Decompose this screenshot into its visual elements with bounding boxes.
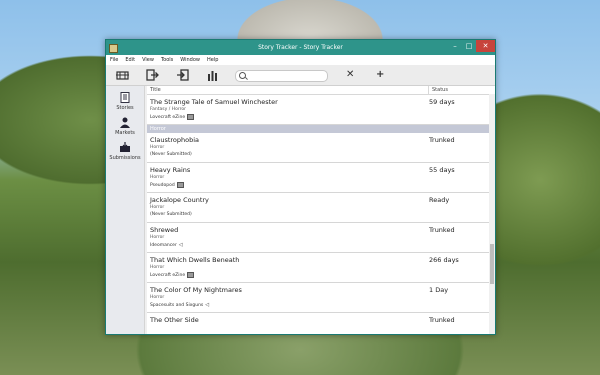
- sidebar-item-label: Markets: [115, 130, 135, 136]
- story-title: That Which Dwells Beneath: [150, 256, 240, 264]
- column-header-status[interactable]: Status: [429, 86, 448, 94]
- markets-icon: [119, 117, 131, 128]
- export-button[interactable]: [144, 68, 160, 82]
- story-market: Lovecraft eZine: [150, 114, 195, 120]
- story-genre: Horror: [150, 205, 165, 210]
- menu-help[interactable]: Help: [207, 55, 218, 65]
- story-title: The Other Side: [150, 316, 199, 324]
- story-title: Claustrophobia: [150, 136, 200, 144]
- menu-view[interactable]: View: [142, 55, 154, 65]
- market-icon: [176, 182, 184, 188]
- sidebar: Stories Markets Submissions: [106, 86, 145, 334]
- sidebar-item-markets[interactable]: Markets: [106, 117, 144, 136]
- story-status: Trunked: [429, 136, 455, 144]
- table-row[interactable]: Claustrophobia Horror (Never Submitted) …: [147, 133, 495, 163]
- story-title: Heavy Rains: [150, 166, 191, 174]
- story-genre: Horror: [150, 265, 165, 270]
- megaphone-icon: ◁: [178, 242, 183, 248]
- sidebar-item-label: Stories: [116, 105, 134, 111]
- menu-file[interactable]: File: [110, 55, 118, 65]
- story-status: Ready: [429, 196, 450, 204]
- search-input[interactable]: [235, 70, 328, 82]
- minimize-button[interactable]: –: [448, 40, 462, 52]
- story-market: Ideomancer ◁: [150, 242, 183, 248]
- story-status: Trunked: [429, 226, 455, 234]
- library-icon: [115, 70, 129, 80]
- maximize-button[interactable]: □: [462, 40, 476, 52]
- submissions-icon: [119, 142, 131, 153]
- sidebar-item-submissions[interactable]: Submissions: [106, 142, 144, 161]
- story-genre: Horror: [150, 235, 165, 240]
- delete-button[interactable]: ✕: [346, 68, 354, 82]
- story-title: The Strange Tale of Samuel Winchester: [150, 98, 278, 106]
- story-market: (Never Submitted): [150, 152, 192, 157]
- table-row[interactable]: Heavy Rains Horror Pseudopod 55 days: [147, 163, 495, 193]
- market-name: Ideomancer: [150, 242, 177, 248]
- story-market: Spacesuits and Sixguns ◁: [150, 302, 209, 308]
- app-icon: [109, 44, 118, 53]
- story-genre: Fantasy / Horror: [150, 107, 186, 112]
- import-icon: [176, 69, 189, 81]
- story-market: Pseudopod: [150, 182, 184, 188]
- table-row[interactable]: Shrewed Horror Ideomancer ◁ Trunked: [147, 223, 495, 253]
- statistics-button[interactable]: [204, 68, 220, 82]
- menu-window[interactable]: Window: [180, 55, 200, 65]
- story-status: 55 days: [429, 166, 455, 174]
- market-name: Pseudopod: [150, 182, 175, 188]
- title-bar[interactable]: Story Tracker - Story Tracker – □ ✕: [106, 40, 495, 55]
- market-name: Lovecraft eZine: [150, 272, 186, 278]
- column-headers: Title Status: [147, 86, 495, 95]
- story-genre: Horror: [150, 295, 165, 300]
- market-name: Lovecraft eZine: [150, 114, 186, 120]
- story-status: 266 days: [429, 256, 459, 264]
- market-name: Spacesuits and Sixguns: [150, 302, 204, 308]
- bar-chart-icon: [207, 70, 217, 81]
- library-button[interactable]: [114, 68, 130, 82]
- table-row[interactable]: The Color Of My Nightmares Horror Spaces…: [147, 283, 495, 313]
- menu-bar: File Edit View Tools Window Help: [106, 55, 495, 65]
- story-genre: Horror: [150, 145, 165, 150]
- close-button[interactable]: ✕: [476, 40, 495, 52]
- stories-icon: [119, 92, 131, 103]
- table-row[interactable]: The Other Side Trunked: [147, 313, 495, 334]
- story-title: Jackalope Country: [150, 196, 209, 204]
- app-window: Story Tracker - Story Tracker – □ ✕ File…: [105, 39, 496, 335]
- story-market: Lovecraft eZine: [150, 272, 195, 278]
- story-status: 1 Day: [429, 286, 449, 294]
- window-title: Story Tracker - Story Tracker: [258, 44, 343, 51]
- add-button[interactable]: +: [376, 68, 384, 82]
- story-market: (Never Submitted): [150, 212, 192, 217]
- table-row[interactable]: The Strange Tale of Samuel Winchester Fa…: [147, 95, 495, 125]
- story-title: Shrewed: [150, 226, 179, 234]
- market-icon: [187, 114, 195, 120]
- import-button[interactable]: [174, 68, 190, 82]
- vertical-scrollbar[interactable]: [489, 94, 495, 334]
- market-icon: [187, 272, 195, 278]
- story-list: Title Status The Strange Tale of Samuel …: [147, 86, 495, 334]
- menu-edit[interactable]: Edit: [125, 55, 135, 65]
- toolbar: ✕ +: [106, 65, 495, 86]
- sidebar-item-stories[interactable]: Stories: [106, 92, 144, 111]
- sidebar-item-label: Submissions: [109, 155, 141, 161]
- scrollbar-thumb[interactable]: [490, 244, 494, 284]
- table-row[interactable]: Jackalope Country Horror (Never Submitte…: [147, 193, 495, 223]
- megaphone-icon: ◁: [205, 302, 210, 308]
- story-genre: Horror: [150, 175, 165, 180]
- export-icon: [145, 69, 159, 81]
- group-header: Horror: [147, 125, 495, 133]
- table-row[interactable]: That Which Dwells Beneath Horror Lovecra…: [147, 253, 495, 283]
- menu-tools[interactable]: Tools: [161, 55, 173, 65]
- search-icon: [239, 72, 246, 79]
- story-status: Trunked: [429, 316, 455, 324]
- story-title: The Color Of My Nightmares: [150, 286, 242, 294]
- story-status: 59 days: [429, 98, 455, 106]
- column-header-title[interactable]: Title: [147, 86, 429, 94]
